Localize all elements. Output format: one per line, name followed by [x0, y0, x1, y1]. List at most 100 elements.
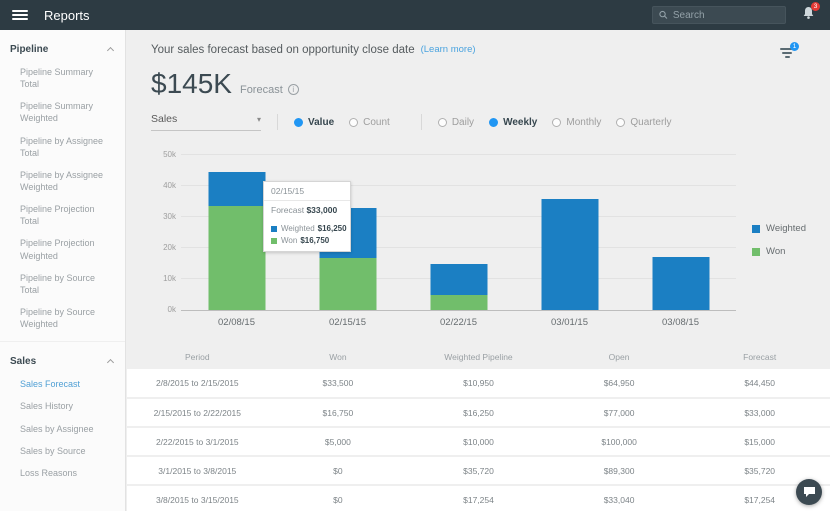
- divider: [420, 114, 422, 130]
- tooltip-date: 02/15/15: [264, 182, 350, 201]
- tooltip-swatch: [271, 237, 277, 244]
- learn-more-link[interactable]: (Learn more): [421, 44, 476, 55]
- table-header-won: Won: [329, 352, 347, 362]
- sidebar-item-sales-by-source[interactable]: Sales by Source: [0, 440, 125, 462]
- y-axis-label: 10k: [163, 274, 176, 283]
- sidebar-item-pipeline-summary-weighted[interactable]: Pipeline Summary Weighted: [0, 95, 125, 129]
- mode-radio-group: Value Count: [294, 117, 405, 128]
- topbar: Reports 3: [0, 0, 830, 30]
- bar-segment-won[interactable]: [430, 294, 487, 310]
- table-row[interactable]: 2/8/2015 to 2/15/2015 $33,500 $10,950 $64,9…: [127, 369, 830, 399]
- tooltip-series-name: Won: [281, 236, 298, 245]
- legend-swatch: [752, 247, 761, 256]
- y-axis-label: 20k: [163, 243, 176, 252]
- sidebar-item-pipeline-by-assignee-weighted[interactable]: Pipeline by Assignee Weighted: [0, 164, 125, 198]
- table-cell: 3/8/2015 to 3/15/2015: [127, 485, 268, 511]
- radio-label: Count: [363, 116, 390, 128]
- legend-item-won: Won: [752, 246, 806, 257]
- tooltip-series-value: $16,250: [317, 224, 347, 233]
- radio-label: Quarterly: [630, 116, 672, 128]
- chat-icon: [803, 487, 815, 497]
- table-header-period: Period: [185, 352, 210, 362]
- sidebar-item-pipeline-summary-total[interactable]: Pipeline Summary Total: [0, 61, 125, 95]
- radio-icon: [294, 117, 303, 127]
- sidebar-section-header[interactable]: Pipeline: [0, 30, 125, 61]
- x-axis-label: 02/08/15: [218, 317, 255, 328]
- table-cell: $33,040: [548, 485, 690, 511]
- sidebar-item-pipeline-by-assignee-total[interactable]: Pipeline by Assignee Total: [0, 130, 125, 164]
- divider: [277, 114, 278, 130]
- menu-icon[interactable]: [12, 8, 28, 22]
- radio-count[interactable]: Count: [349, 117, 390, 128]
- table-cell: 2/22/2015 to 3/1/2015: [127, 427, 268, 457]
- chart-x-axis: 02/08/15 02/15/15 02/22/15 03/01/15 03/08/15: [181, 317, 736, 333]
- chat-button[interactable]: [796, 479, 822, 505]
- table-cell: $100,000: [548, 427, 690, 457]
- sidebar-item-sales-history[interactable]: Sales History: [0, 395, 125, 417]
- bar-segment-won[interactable]: [319, 258, 376, 310]
- notification-badge: 3: [811, 1, 820, 11]
- sidebar-item-loss-reasons[interactable]: Loss Reasons: [0, 462, 125, 484]
- table-row[interactable]: 2/22/2015 to 3/1/2015 $5,000 $10,000 $100,0…: [127, 427, 830, 457]
- sidebar-item-sales-by-assignee[interactable]: Sales by Assignee: [0, 418, 125, 440]
- radio-icon: [616, 117, 626, 127]
- table-row[interactable]: 3/1/2015 to 3/8/2015 $0 $35,720 $89,300 $35,…: [127, 456, 830, 486]
- bar-segment-weighted[interactable]: [652, 256, 709, 310]
- radio-label: Value: [308, 116, 335, 128]
- table-cell: $44,450: [689, 369, 830, 399]
- bar-segment-won[interactable]: [208, 206, 265, 310]
- chevron-up-icon: [106, 46, 115, 55]
- radio-daily[interactable]: Daily: [437, 117, 474, 128]
- report-select[interactable]: Sales ▾: [151, 113, 261, 131]
- table-cell: $0: [267, 456, 409, 486]
- search-input[interactable]: [672, 9, 779, 21]
- info-icon[interactable]: i: [287, 84, 299, 95]
- sidebar-item-pipeline-by-source-total[interactable]: Pipeline by Source Total: [0, 267, 125, 301]
- table-cell: 2/8/2015 to 2/15/2015: [127, 369, 268, 399]
- y-axis-label: 30k: [163, 212, 176, 221]
- radio-monthly[interactable]: Monthly: [552, 117, 601, 128]
- radio-quarterly[interactable]: Quarterly: [616, 116, 672, 128]
- radio-icon: [437, 117, 447, 127]
- search-icon: [659, 10, 668, 19]
- table-row[interactable]: 2/15/2015 to 2/22/2015 $16,750 $16,250 $77,…: [127, 398, 830, 428]
- y-axis-label: 40k: [163, 181, 176, 190]
- table-cell: 2/15/2015 to 2/22/2015: [127, 398, 268, 428]
- radio-icon: [489, 117, 499, 127]
- tooltip-series-name: Weighted: [281, 224, 315, 233]
- search-box[interactable]: [652, 6, 786, 24]
- forecast-subtitle: Your sales forecast based on opportunity…: [151, 44, 415, 56]
- table-cell: $5,000: [267, 427, 409, 457]
- table-row[interactable]: 3/8/2015 to 3/15/2015 $0 $17,254 $33,040 $17…: [127, 485, 830, 511]
- legend-label: Weighted: [766, 223, 806, 234]
- sidebar-item-sales-forecast[interactable]: Sales Forecast: [0, 373, 125, 395]
- table-cell: $16,750: [267, 398, 409, 428]
- page-title: Reports: [44, 7, 90, 23]
- forecast-chart: 0k 10k 20k 30k 40k 50k 02/08/15 02/15/15 02/22/…: [151, 147, 806, 333]
- tooltip-forecast: Forecast $33,000: [271, 205, 338, 215]
- sidebar-item-pipeline-by-source-weighted[interactable]: Pipeline by Source Weighted: [0, 301, 125, 335]
- bar-segment-weighted[interactable]: [430, 263, 487, 295]
- sidebar: Pipeline Pipeline Summary Total Pipeline S…: [0, 30, 126, 511]
- table-header-weighted-pipeline: Weighted Pipeline: [444, 352, 513, 362]
- sidebar-section: Pipeline Pipeline Summary Total Pipeline S…: [0, 30, 125, 335]
- filter-button[interactable]: 1: [780, 42, 799, 60]
- chart-legend: Weighted Won: [752, 223, 806, 269]
- sidebar-section-label: Pipeline: [10, 44, 49, 55]
- sidebar-section-header[interactable]: Sales: [0, 342, 125, 373]
- radio-value[interactable]: Value: [294, 117, 334, 128]
- sidebar-item-pipeline-projection-total[interactable]: Pipeline Projection Total: [0, 198, 125, 232]
- radio-weekly[interactable]: Weekly: [489, 117, 537, 128]
- table-cell: 3/1/2015 to 3/8/2015: [127, 456, 268, 486]
- tooltip-swatch: [271, 225, 277, 232]
- y-axis-label: 0k: [167, 305, 176, 314]
- sidebar-item-pipeline-projection-weighted[interactable]: Pipeline Projection Weighted: [0, 232, 125, 266]
- bar-segment-weighted[interactable]: [541, 199, 598, 310]
- bar-segment-weighted[interactable]: [208, 172, 265, 207]
- table-cell: $16,250: [408, 398, 549, 428]
- table-cell: $35,720: [408, 456, 549, 486]
- table-cell: $33,500: [267, 369, 409, 399]
- sidebar-section: Sales Sales Forecast Sales History Sales by…: [0, 341, 125, 484]
- notifications-button[interactable]: 3: [802, 1, 820, 25]
- bar-group: [403, 155, 514, 310]
